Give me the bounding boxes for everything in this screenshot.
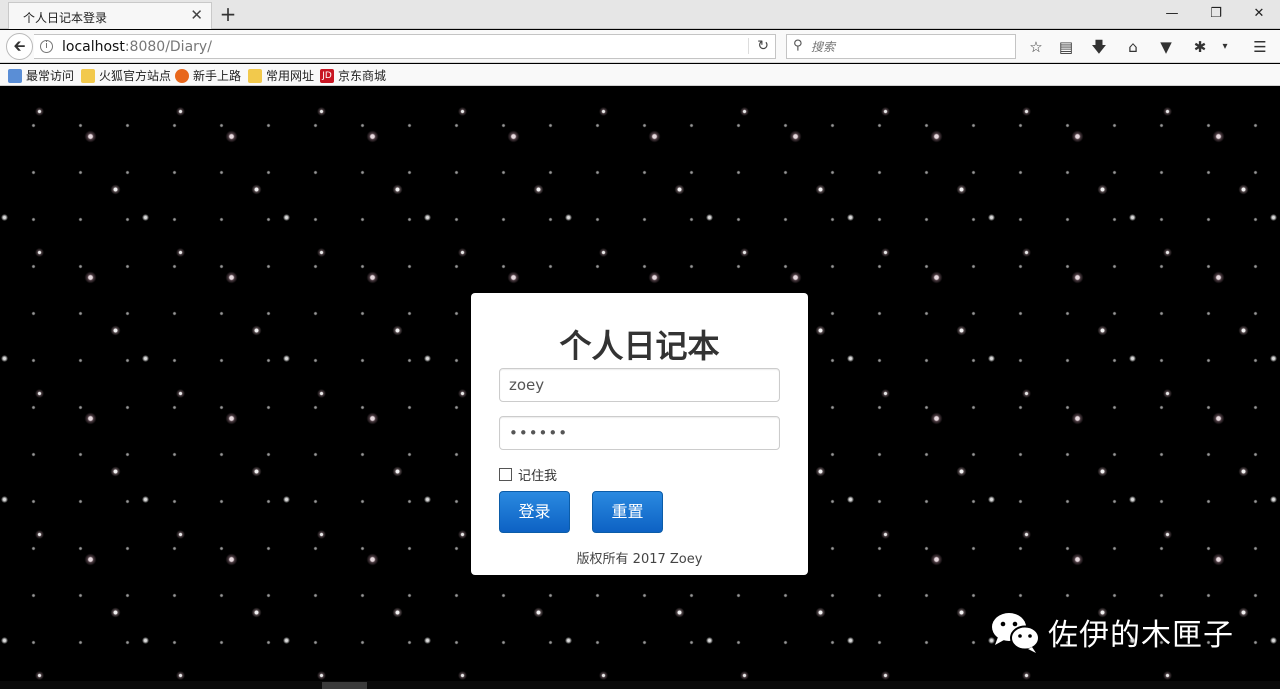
bookmark-star-icon[interactable]: ☆ — [1026, 37, 1046, 57]
tab-title: 个人日记本登录 — [23, 11, 108, 25]
home-icon[interactable]: ⌂ — [1123, 37, 1143, 57]
close-window-icon[interactable]: ✕ — [1249, 4, 1269, 24]
download-icon[interactable]: 🡇 — [1089, 37, 1109, 57]
bookmark-getting-started[interactable]: 新手上路 — [175, 67, 241, 84]
reload-icon[interactable]: ↻ — [748, 38, 769, 54]
page-title: 个人日记本 — [559, 327, 720, 365]
login-button[interactable]: 登录 — [499, 491, 570, 533]
remember-me[interactable]: 记住我 — [499, 465, 557, 484]
url-path: :8080/Diary/ — [124, 39, 212, 55]
jd-icon: JD — [320, 68, 334, 83]
watermark-text: 佐伊的木匣子 — [1048, 618, 1234, 653]
reset-button[interactable]: 重置 — [592, 491, 663, 533]
watermark: 佐伊的木匣子 — [990, 610, 1234, 654]
pocket-icon[interactable]: ▼ — [1156, 37, 1176, 57]
search-icon: ⚲ — [793, 38, 803, 53]
folder-icon — [81, 68, 95, 83]
dropdown-arrow-icon[interactable]: ▾ — [1215, 37, 1235, 57]
reading-list-icon[interactable]: ▤ — [1056, 37, 1076, 57]
username-input[interactable] — [499, 368, 780, 402]
bookmarks-bar: 最常访问 火狐官方站点 新手上路 常用网址 JD 京东商城 — [0, 64, 1280, 86]
bookmark-firefox-site[interactable]: 火狐官方站点 — [81, 67, 171, 84]
remember-label: 记住我 — [518, 469, 558, 484]
bookmark-label: 火狐官方站点 — [99, 69, 172, 83]
new-tab-button[interactable]: + — [218, 2, 238, 26]
tab-close-icon[interactable]: ✕ — [190, 6, 203, 24]
tab-strip: 个人日记本登录 ✕ + — ❐ ✕ — [0, 0, 1280, 29]
info-icon[interactable]: i — [40, 40, 53, 53]
url-text[interactable]: localhost:8080/Diary/ — [62, 39, 212, 55]
bookmark-label: 常用网址 — [266, 69, 315, 83]
password-input[interactable] — [499, 416, 780, 450]
search-bar[interactable]: ⚲ — [786, 34, 1016, 59]
url-bar[interactable]: i localhost:8080/Diary/ ↻ — [34, 34, 776, 59]
bottom-strip — [0, 681, 1280, 689]
search-input[interactable] — [811, 38, 1007, 56]
firefox-icon — [175, 68, 189, 83]
bookmark-most-visited[interactable]: 最常访问 — [8, 67, 74, 84]
url-host: localhost — [62, 39, 125, 55]
login-card: 个人日记本 记住我 登录 重置 版权所有 2017 Zoey — [471, 293, 808, 575]
nav-bar: 🡰 i localhost:8080/Diary/ ↻ ⚲ ☆ ▤ 🡇 ⌂ ▼ … — [0, 30, 1280, 63]
addon-icon[interactable]: ✱ — [1190, 37, 1210, 57]
bookmark-label: 京东商城 — [338, 69, 387, 83]
menu-icon[interactable]: ☰ — [1250, 37, 1270, 57]
restore-icon[interactable]: ❐ — [1206, 4, 1226, 24]
bookmark-jd[interactable]: JD 京东商城 — [320, 67, 386, 84]
remember-checkbox[interactable] — [499, 468, 512, 481]
bookmark-label: 最常访问 — [26, 69, 75, 83]
bookmark-common-sites[interactable]: 常用网址 — [248, 67, 314, 84]
minimize-icon[interactable]: — — [1162, 4, 1182, 24]
bookmark-label: 新手上路 — [193, 69, 242, 83]
scrollbar-thumb[interactable] — [322, 682, 367, 689]
wechat-icon — [990, 610, 1042, 654]
copyright-footer: 版权所有 2017 Zoey — [576, 552, 703, 567]
tab-active[interactable]: 个人日记本登录 ✕ — [8, 2, 212, 29]
back-icon[interactable]: 🡰 — [6, 33, 33, 60]
most-visited-icon — [8, 68, 22, 83]
folder-icon — [248, 68, 262, 83]
